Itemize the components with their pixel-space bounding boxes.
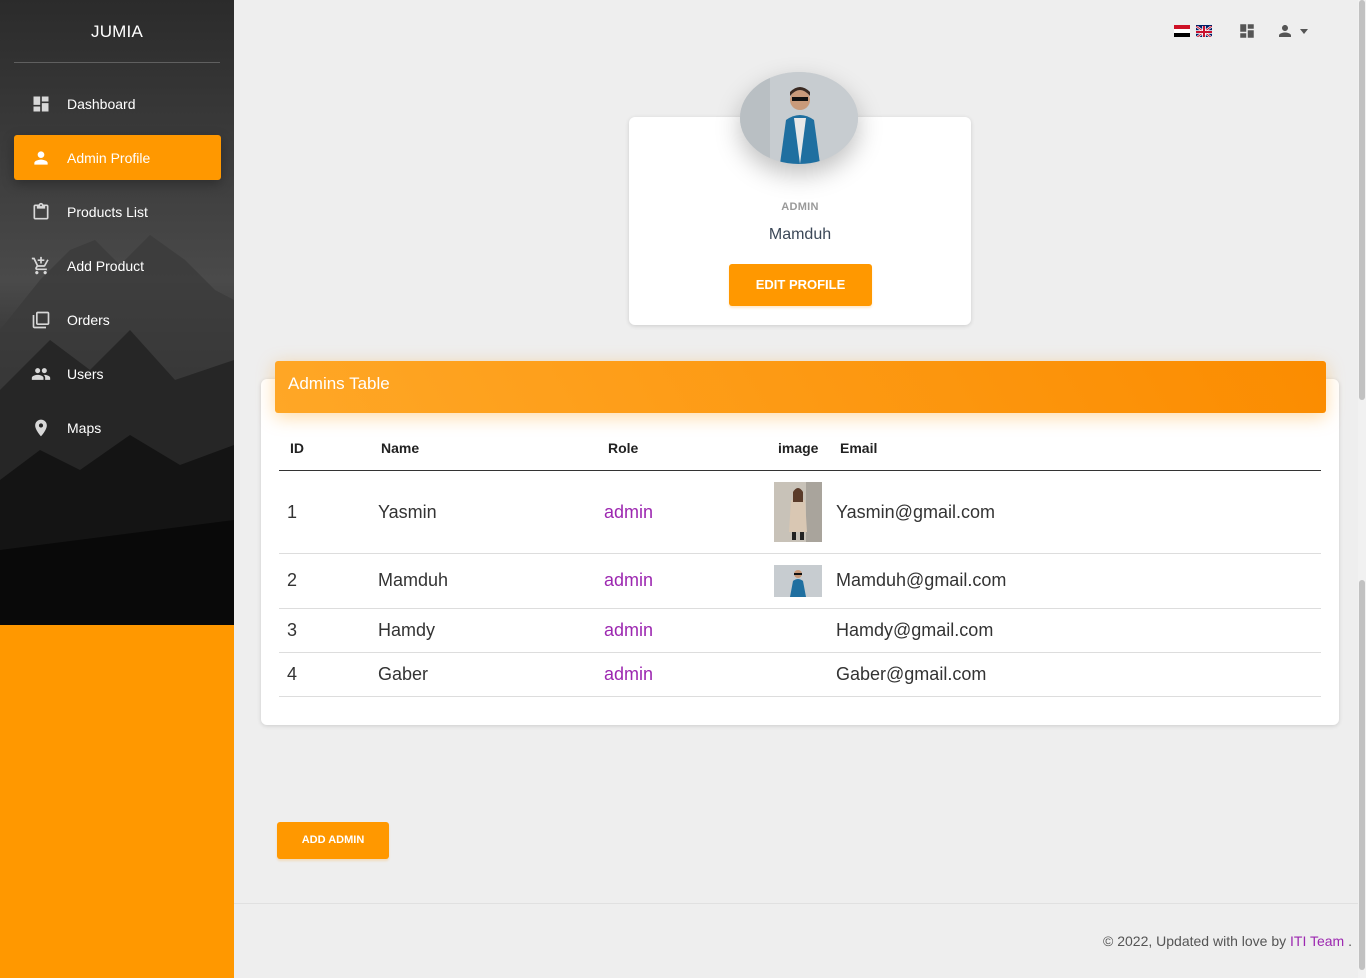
cell-email: Yasmin@gmail.com [836,502,995,522]
cell-name: Yasmin [378,502,437,522]
column-header-role: Role [608,440,639,456]
cell-role[interactable]: admin [604,664,653,685]
dashboard-icon [31,94,51,114]
profile-role: ADMIN [781,201,819,213]
brand-logo[interactable]: JUMIA [14,0,220,63]
avatar [740,72,858,164]
sidebar-item-label: Orders [67,311,110,328]
footer-divider [234,903,1358,904]
footer-suffix: . [1348,933,1352,949]
column-header-image: image [778,440,819,456]
add-admin-button[interactable]: ADD ADMIN [277,822,389,859]
sidebar-item-label: Products List [67,203,148,220]
sidebar-item-users[interactable]: Users [14,351,221,396]
cell-email: Hamdy@gmail.com [836,620,994,640]
admins-table-title: Admins Table [275,361,1326,413]
sidebar: JUMIA Dashboard Admin Profile Products L… [0,0,234,978]
table-row: 3 Hamdy admin Hamdy@gmail.com [279,609,1321,653]
footer: © 2022, Updated with love by ITI Team . [1103,933,1352,949]
sidebar-item-label: Maps [67,419,102,436]
sidebar-item-label: Dashboard [67,95,136,112]
cell-id: 1 [287,502,298,522]
admins-table: ID Name Role image Email 1 Yasmin admin … [279,426,1321,697]
sidebar-item-label: Users [67,365,104,382]
cell-name: Mamduh [378,570,449,590]
admin-thumbnail [774,565,822,597]
cell-role[interactable]: admin [604,570,653,591]
column-header-email: Email [840,440,878,456]
sidebar-item-add-product[interactable]: Add Product [14,243,221,288]
person-icon[interactable] [1276,21,1296,41]
table-row: 1 Yasmin admin Yasmin@gmail.com [279,471,1321,554]
cell-role[interactable]: admin [604,502,653,523]
cell-role[interactable]: admin [604,620,653,641]
cell-id: 2 [287,570,298,590]
cell-name: Hamdy [378,620,436,640]
scrollbar-thumb[interactable] [1359,0,1365,400]
cell-email: Mamduh@gmail.com [836,570,1007,590]
profile-name: Mamduh [768,226,832,243]
column-header-id: ID [290,440,304,456]
scrollbar-thumb[interactable] [1359,580,1365,970]
table-header-row: ID Name Role image Email [279,426,1321,471]
scrollbar[interactable] [1358,0,1366,978]
sidebar-item-products-list[interactable]: Products List [14,189,221,234]
footer-team-link[interactable]: ITI Team [1290,933,1344,949]
library-books-icon [31,310,51,330]
top-navbar [1174,20,1308,42]
cell-email: Gaber@gmail.com [836,664,987,684]
sidebar-item-maps[interactable]: Maps [14,405,221,450]
egypt-flag-icon[interactable] [1174,25,1190,37]
table-row: 2 Mamduh admin Mamduh@gmail.com [279,554,1321,609]
column-header-name: Name [381,440,420,456]
profile-photo [740,72,858,164]
sidebar-item-label: Add Product [67,257,145,274]
sidebar-nav: Dashboard Admin Profile Products List Ad… [14,81,221,459]
table-row: 4 Gaber admin Gaber@gmail.com [279,653,1321,697]
sidebar-item-admin-profile[interactable]: Admin Profile [14,135,221,180]
clipboard-icon [31,202,51,222]
uk-flag-icon[interactable] [1196,25,1212,37]
cell-id: 3 [287,620,298,640]
person-icon [31,148,51,168]
sidebar-item-dashboard[interactable]: Dashboard [14,81,221,126]
cell-id: 4 [287,664,298,684]
sidebar-item-orders[interactable]: Orders [14,297,221,342]
location-pin-icon [31,418,51,438]
admin-thumbnail [774,482,822,542]
cell-name: Gaber [378,664,429,684]
dashboard-icon[interactable] [1238,21,1258,41]
people-icon [31,364,51,384]
footer-text: © 2022, Updated with love by [1103,933,1287,949]
edit-profile-button[interactable]: EDIT PROFILE [729,264,872,306]
add-shopping-cart-icon [31,256,51,276]
sidebar-item-label: Admin Profile [67,149,151,166]
chevron-down-icon[interactable] [1300,28,1308,34]
